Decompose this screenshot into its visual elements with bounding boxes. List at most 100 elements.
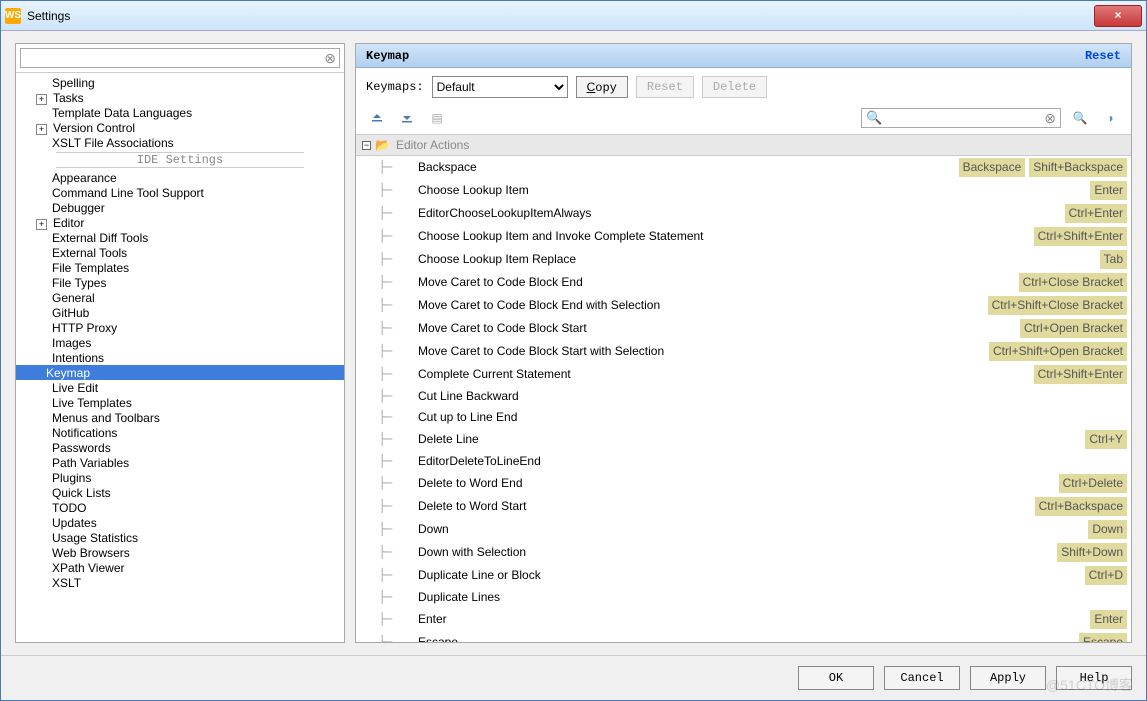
plus-expander-icon[interactable]: + (36, 94, 47, 105)
tree-branch-icon: ├─ (360, 567, 418, 584)
sidebar-search-input[interactable] (20, 48, 340, 68)
edit-shortcut-icon[interactable]: ▤ (426, 108, 448, 128)
sidebar-item[interactable]: Updates (16, 515, 344, 530)
action-row[interactable]: ├─ EditorChooseLookupItemAlwaysCtrl+Ente… (356, 202, 1131, 225)
action-row[interactable]: ├─ EditorDeleteToLineEnd (356, 451, 1131, 472)
shortcut-badge: Ctrl+Shift+Close Bracket (988, 296, 1127, 315)
action-row[interactable]: ├─ Complete Current StatementCtrl+Shift+… (356, 363, 1131, 386)
action-name: Duplicate Line or Block (418, 567, 1081, 584)
sidebar-item[interactable]: Images (16, 335, 344, 350)
sidebar-item[interactable]: Menus and Toolbars (16, 410, 344, 425)
ok-button[interactable]: OK (798, 666, 874, 690)
keymap-toolbar: ▤ 🔍 ⊗ 🔍 ◑ (356, 106, 1131, 135)
sidebar-item[interactable]: External Diff Tools (16, 230, 344, 245)
action-name: Enter (418, 611, 1086, 628)
shortcut-badge: Ctrl+D (1085, 566, 1127, 585)
sidebar-item[interactable]: GitHub (16, 305, 344, 320)
apply-button[interactable]: Apply (970, 666, 1046, 690)
tree-branch-icon: ├─ (360, 611, 418, 628)
sidebar-item[interactable]: Path Variables (16, 455, 344, 470)
panel-reset-link[interactable]: Reset (1085, 49, 1121, 63)
action-row[interactable]: ├─ Duplicate Line or BlockCtrl+D (356, 564, 1131, 587)
action-row[interactable]: ├─ Down with SelectionShift+Down (356, 541, 1131, 564)
expand-all-icon[interactable] (366, 108, 388, 128)
sidebar-item[interactable]: Template Data Languages (16, 105, 344, 120)
sidebar-item[interactable]: Appearance (16, 170, 344, 185)
filter-settings-icon[interactable]: ◑ (1099, 108, 1121, 128)
find-by-shortcut-icon[interactable]: 🔍 (1069, 108, 1091, 128)
sidebar-item[interactable]: Plugins (16, 470, 344, 485)
action-name: Move Caret to Code Block End (418, 274, 1015, 291)
action-row[interactable]: ├─ DownDown (356, 518, 1131, 541)
sidebar-item[interactable]: Debugger (16, 200, 344, 215)
sidebar-item[interactable]: Live Templates (16, 395, 344, 410)
sidebar-item[interactable]: External Tools (16, 245, 344, 260)
sidebar-item[interactable]: XSLT (16, 575, 344, 590)
action-row[interactable]: ├─ Delete to Word StartCtrl+Backspace (356, 495, 1131, 518)
sidebar-item[interactable]: +Tasks (16, 90, 344, 105)
tree-branch-icon: ├─ (360, 409, 418, 426)
titlebar[interactable]: WS Settings × (1, 1, 1146, 31)
minus-expander-icon[interactable]: − (362, 141, 371, 150)
action-row[interactable]: ├─ Cut Line Backward (356, 386, 1131, 407)
sidebar-item[interactable]: HTTP Proxy (16, 320, 344, 335)
action-row[interactable]: ├─ Delete LineCtrl+Y (356, 428, 1131, 451)
action-row[interactable]: ├─ Choose Lookup Item ReplaceTab (356, 248, 1131, 271)
window-title: Settings (27, 9, 70, 23)
action-filter-input[interactable] (882, 110, 1044, 126)
action-name: Escape (418, 634, 1075, 642)
shortcut-badge: Tab (1100, 250, 1127, 269)
action-row[interactable]: ├─ EnterEnter (356, 608, 1131, 631)
keymaps-label: Keymaps: (366, 80, 424, 94)
sidebar-item[interactable]: XSLT File Associations (16, 135, 344, 150)
sidebar-search: ⊗ (20, 48, 340, 68)
action-row[interactable]: ├─ Move Caret to Code Block End with Sel… (356, 294, 1131, 317)
sidebar-item[interactable]: TODO (16, 500, 344, 515)
sidebar-item[interactable]: XPath Viewer (16, 560, 344, 575)
action-row[interactable]: ├─ Move Caret to Code Block Start with S… (356, 340, 1131, 363)
sidebar-item[interactable]: Intentions (16, 350, 344, 365)
sidebar-item[interactable]: Notifications (16, 425, 344, 440)
sidebar-item[interactable]: Passwords (16, 440, 344, 455)
sidebar-item[interactable]: File Templates (16, 260, 344, 275)
cancel-button[interactable]: Cancel (884, 666, 960, 690)
editor-actions-group[interactable]: − 📂 Editor Actions (356, 135, 1131, 156)
sidebar-search-clear-icon[interactable]: ⊗ (324, 50, 336, 66)
watermark: @51CTO博客 (1046, 675, 1133, 695)
sidebar-item[interactable]: Web Browsers (16, 545, 344, 560)
action-name: Complete Current Statement (418, 366, 1030, 383)
filter-clear-icon[interactable]: ⊗ (1044, 110, 1056, 127)
sidebar-item[interactable]: Command Line Tool Support (16, 185, 344, 200)
sidebar-item[interactable]: Spelling (16, 75, 344, 90)
shortcut-badge: Ctrl+Backspace (1035, 497, 1127, 516)
sidebar-item[interactable]: Quick Lists (16, 485, 344, 500)
sidebar-item[interactable]: Live Edit (16, 380, 344, 395)
action-row[interactable]: ├─ Move Caret to Code Block EndCtrl+Clos… (356, 271, 1131, 294)
collapse-all-icon[interactable] (396, 108, 418, 128)
action-row[interactable]: ├─ Move Caret to Code Block StartCtrl+Op… (356, 317, 1131, 340)
action-row[interactable]: ├─ EscapeEscape (356, 631, 1131, 642)
keymaps-select[interactable]: Default (432, 76, 568, 98)
action-tree[interactable]: − 📂 Editor Actions ├─ BackspaceBackspace… (356, 135, 1131, 642)
action-row[interactable]: ├─ BackspaceBackspaceShift+Backspace (356, 156, 1131, 179)
tree-branch-icon: ├─ (360, 475, 418, 492)
sidebar-item[interactable]: Usage Statistics (16, 530, 344, 545)
sidebar-item[interactable]: Keymap (16, 365, 344, 380)
action-name: Duplicate Lines (418, 589, 1127, 606)
sidebar-item[interactable]: +Editor (16, 215, 344, 230)
settings-tree[interactable]: Spelling+TasksTemplate Data Languages+Ve… (16, 72, 344, 642)
plus-expander-icon[interactable]: + (36, 124, 47, 135)
sidebar-item[interactable]: +Version Control (16, 120, 344, 135)
shortcut-badge: Ctrl+Open Bracket (1020, 319, 1127, 338)
shortcut-badge: Ctrl+Close Bracket (1019, 273, 1127, 292)
sidebar-item[interactable]: File Types (16, 275, 344, 290)
action-row[interactable]: ├─ Choose Lookup ItemEnter (356, 179, 1131, 202)
close-button[interactable]: × (1094, 5, 1142, 27)
action-row[interactable]: ├─ Delete to Word EndCtrl+Delete (356, 472, 1131, 495)
plus-expander-icon[interactable]: + (36, 219, 47, 230)
action-row[interactable]: ├─ Duplicate Lines (356, 587, 1131, 608)
sidebar-item[interactable]: General (16, 290, 344, 305)
action-row[interactable]: ├─ Cut up to Line End (356, 407, 1131, 428)
action-row[interactable]: ├─ Choose Lookup Item and Invoke Complet… (356, 225, 1131, 248)
keymap-copy-button[interactable]: Copy (576, 76, 628, 98)
